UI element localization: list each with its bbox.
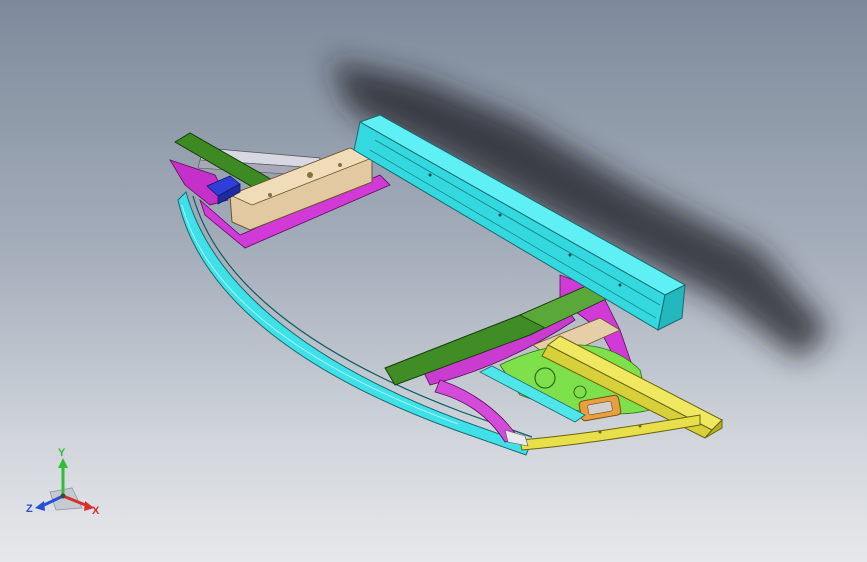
graphics-viewport[interactable]: Y Z X [0, 0, 867, 562]
x-axis-label: X [92, 505, 100, 517]
orientation-triad[interactable]: Y Z X [22, 448, 112, 528]
chassis-frame-model[interactable] [0, 0, 867, 562]
z-axis-label: Z [26, 503, 33, 515]
y-axis-label: Y [58, 447, 66, 459]
